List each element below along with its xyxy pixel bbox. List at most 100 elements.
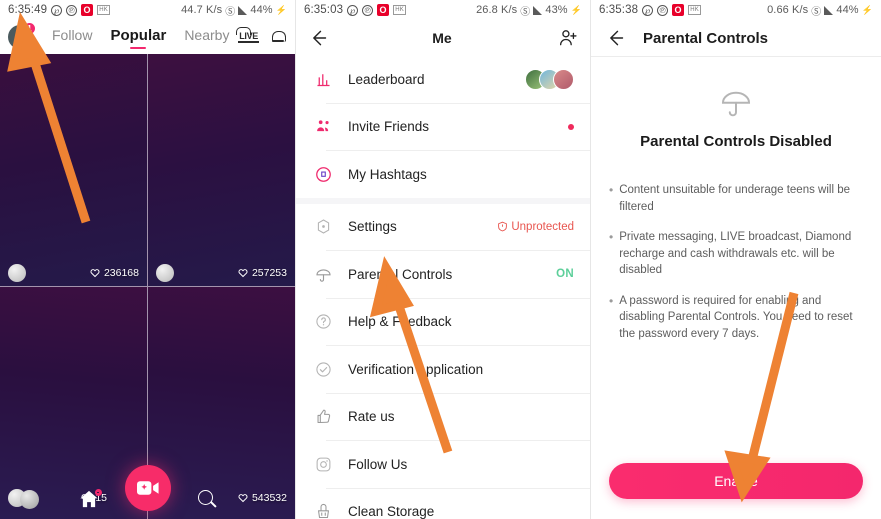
network-speed: 44.7 K/s [181,4,223,16]
bullet-dot: • [609,183,614,197]
opera-icon: O [81,4,94,16]
whatsapp-icon [642,4,654,16]
bullet-dot: • [609,230,614,244]
back-button[interactable] [605,28,625,48]
thumbs-up-icon [312,408,334,425]
video-camera-icon [136,481,159,495]
toggle-state-label: ON [556,268,574,281]
bullet-text: Content unsuitable for underage teens wi… [619,184,850,213]
list-item-settings[interactable]: Settings Unprotected [296,204,590,251]
parental-bullet-list: • Content unsuitable for underage teens … [609,182,863,342]
notification-badge: 1 [23,22,36,35]
whatsapp-icon [51,4,63,16]
wifi-off-icon: Ⓢ [225,6,236,18]
hk-icon: HK [97,5,111,15]
signal-icon [533,5,543,15]
panel-parental-controls: 6:35:38 O HK 0.66 K/s Ⓢ 44% ⚡ Parental C… [590,0,881,519]
battery-level: 44% [836,4,859,16]
create-video-button[interactable] [124,465,171,511]
charging-icon: ⚡ [861,4,873,15]
page-title: Parental Controls [643,29,769,47]
status-badge-label: Unprotected [511,220,574,233]
charging-icon: ⚡ [275,4,287,15]
status-badge: Unprotected [497,221,574,233]
statusbar-parental: 6:35:38 O HK 0.66 K/s Ⓢ 44% ⚡ [591,0,881,20]
battery-level: 44% [250,4,273,16]
bullet-item: • A password is required for enabling an… [609,293,863,343]
feed-tabs: Follow Popular Nearby [52,27,229,47]
broom-icon [312,503,334,519]
status-time: 6:35:03 [304,4,344,16]
question-circle-icon [312,313,334,330]
people-icon [312,118,334,135]
nav-profile[interactable] [0,489,59,509]
enable-button[interactable]: Enable [609,463,863,499]
feed-bottom-nav [0,465,295,519]
list-item-verification-application[interactable]: Verification Application [296,346,590,393]
tile-avatar [156,264,174,282]
gear-icon [312,218,334,235]
video-grid: 236168 257253 15 543532 [0,54,295,519]
hashtag-circle-icon [312,166,334,183]
home-badge-dot [94,489,102,496]
list-item-help-feedback[interactable]: Help & Feedback [296,299,590,346]
tab-nearby[interactable]: Nearby [184,27,229,46]
list-item-label: Leaderboard [348,71,425,87]
hk-icon: HK [688,5,702,15]
charging-icon: ⚡ [570,4,582,15]
list-item-leaderboard[interactable]: Leaderboard [296,56,590,103]
signal-icon [824,5,834,15]
me-nav-header: Me [296,20,590,56]
list-item-parental-controls[interactable]: Parental Controls ON [296,251,590,298]
signal-icon [238,5,248,15]
chart-bars-icon [312,71,334,88]
opera-icon: O [377,4,390,16]
parental-nav-header: Parental Controls [591,20,881,56]
list-item-label: My Hashtags [348,166,427,182]
tab-popular[interactable]: Popular [110,27,166,47]
notifications-bell-icon[interactable] [271,30,286,44]
opera-icon: O [672,4,685,16]
add-friend-icon[interactable] [558,28,578,48]
umbrella-icon [721,91,751,117]
nav-search[interactable] [177,490,236,508]
list-item-label: Help & Feedback [348,314,452,330]
list-item-label: Clean Storage [348,504,435,519]
pinterest-icon [66,4,78,16]
video-tile[interactable]: 236168 [0,54,147,286]
tile-like-count: 257253 [238,267,287,279]
avatar [553,68,574,90]
back-button[interactable] [308,28,328,48]
list-item-clean-storage[interactable]: Clean Storage [296,489,590,519]
live-icon[interactable]: LIVE [236,27,259,43]
three-panel-screenshot: 6:35:49 O HK 44.7 K/s Ⓢ 44% ⚡ R 1 Follow [0,0,881,519]
check-circle-icon [312,361,334,378]
heart-icon [90,268,100,278]
battery-level: 43% [545,4,568,16]
camera-square-icon [312,456,334,473]
list-item-my-hashtags[interactable]: My Hashtags [296,151,590,198]
list-item-label: Rate us [348,409,395,425]
panel-me: 6:35:03 O HK 26.8 K/s Ⓢ 43% ⚡ Me [295,0,590,519]
status-time: 6:35:38 [599,4,639,16]
nav-home[interactable] [59,489,118,508]
list-item-label: Verification Application [348,361,484,377]
statusbar-me: 6:35:03 O HK 26.8 K/s Ⓢ 43% ⚡ [296,0,590,20]
list-item-rate-us[interactable]: Rate us [296,394,590,441]
list-item-follow-us[interactable]: Follow Us [296,441,590,488]
warning-icon [497,221,508,232]
bullet-item: • Private messaging, LIVE broadcast, Dia… [609,229,863,279]
umbrella-illustration [591,85,881,119]
profile-avatar-button[interactable]: R 1 [8,22,36,49]
video-tile[interactable]: 257253 [148,54,295,286]
list-item-label: Invite Friends [348,119,430,135]
list-item-invite-friends[interactable]: Invite Friends [296,104,590,151]
header-divider [591,56,881,57]
bullet-dot: • [609,293,614,308]
avatar-stack [525,68,574,90]
network-speed: 26.8 K/s [476,4,518,16]
tab-follow[interactable]: Follow [52,27,92,46]
list-item-label: Settings [348,219,397,235]
umbrella-icon [312,266,334,283]
list-item-label: Follow Us [348,456,408,472]
